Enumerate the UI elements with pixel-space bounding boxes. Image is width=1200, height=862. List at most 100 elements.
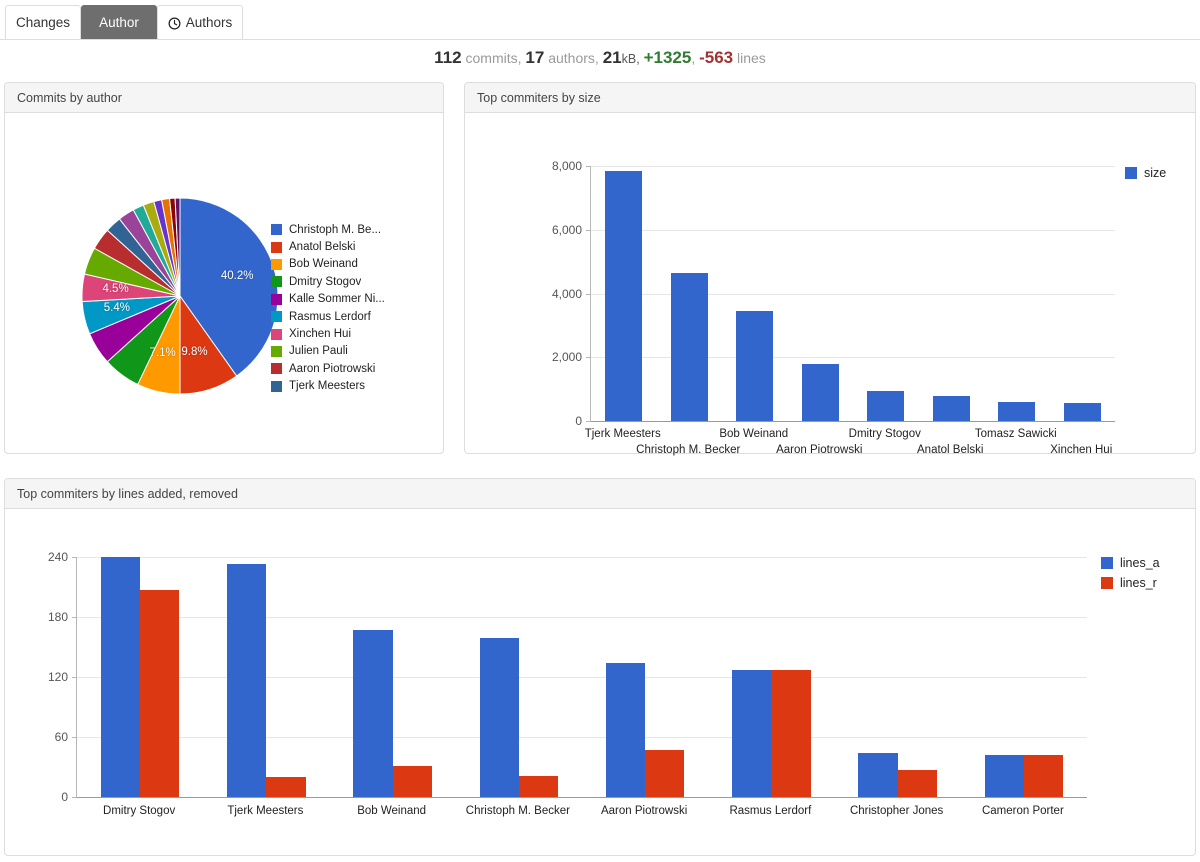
bar[interactable] — [858, 753, 898, 797]
lines-label: lines — [737, 50, 766, 66]
legend-label: Anatol Belski — [289, 241, 356, 254]
plot-area — [72, 557, 1087, 798]
legend-label: lines_a — [1120, 556, 1160, 570]
legend-item[interactable]: lines_r — [1101, 573, 1160, 593]
pie-legend-item[interactable]: Julien Pauli — [271, 343, 385, 360]
pie-legend-item[interactable]: Christoph M. Be... — [271, 221, 385, 238]
pie-legend-item[interactable]: Tjerk Meesters — [271, 378, 385, 395]
x-axis-tick-label: Tjerk Meesters — [584, 428, 661, 440]
x-axis-tick-label: Aaron Piotrowski — [600, 805, 688, 817]
bar[interactable] — [266, 777, 306, 797]
x-axis-tick-label: Bob Weinand — [357, 805, 427, 817]
legend-item[interactable]: lines_a — [1101, 553, 1160, 573]
y-tick-mark — [72, 737, 77, 738]
tab-authors[interactable]: Authors — [157, 5, 243, 39]
pie-legend-item[interactable]: Kalle Sommer Ni... — [271, 291, 385, 308]
y-axis-tick-label: 0 — [575, 414, 582, 428]
gridline — [591, 166, 1115, 167]
bar-chart-lines[interactable]: 0 60 120 180 240 Dmitry Stogov Tjerk Meesters B… — [5, 509, 1195, 855]
pie-legend: Christoph M. Be... Anatol Belski Bob Weina… — [271, 221, 385, 395]
legend-swatch — [1101, 577, 1113, 589]
x-axis-tick-label: Xinchen Hui — [1050, 444, 1113, 456]
legend-swatch — [271, 276, 282, 288]
bar-chart-size[interactable]: 0 2,000 4,000 6,000 8,000 Tjerk Meesters Chris… — [465, 113, 1195, 456]
panel-lines-body: 0 60 120 180 240 Dmitry Stogov Tjerk Meesters B… — [5, 509, 1195, 855]
y-axis-tick-label: 60 — [54, 730, 68, 744]
legend-label: lines_r — [1120, 576, 1157, 590]
legend-item[interactable]: size — [1125, 163, 1166, 183]
axis-line-x — [591, 421, 1115, 422]
y-axis-tick-label: 240 — [47, 550, 68, 564]
pie-legend-item[interactable]: Anatol Belski — [271, 238, 385, 255]
panel-size-title: Top commiters by size — [477, 90, 601, 105]
panel-pie-body: 40.2% 9.8% 7.1% 5.4% 4.5% Christoph M. Be...… — [5, 113, 443, 495]
bar[interactable] — [670, 273, 708, 421]
legend-swatch — [271, 363, 282, 375]
bar[interactable] — [771, 670, 811, 797]
y-axis-tick-label: 4,000 — [551, 286, 582, 301]
legend-label: size — [1144, 166, 1167, 180]
bar[interactable] — [736, 311, 774, 421]
pie-legend-item[interactable]: Dmitry Stogov — [271, 273, 385, 290]
y-tick-mark — [72, 617, 77, 618]
bar[interactable] — [1023, 755, 1063, 797]
y-tick-mark — [72, 677, 77, 678]
legend-swatch — [271, 293, 282, 305]
bar[interactable] — [392, 766, 432, 797]
size-value: 21 — [602, 48, 622, 67]
panel-lines-header: Top commiters by lines added, removed — [5, 479, 1195, 509]
y-tick-mark — [72, 557, 77, 558]
bar[interactable] — [984, 755, 1024, 797]
pie-legend-item[interactable]: Rasmus Lerdorf — [271, 308, 385, 325]
legend-swatch — [271, 224, 282, 236]
pie-legend-item[interactable]: Bob Weinand — [271, 256, 385, 273]
y-axis-tick-label: 6,000 — [551, 222, 582, 237]
bar[interactable] — [801, 363, 839, 421]
repo-summary: 112 commits, 17 authors, 21kB, +1325, -5… — [0, 48, 1200, 68]
bar[interactable] — [479, 638, 519, 797]
bar[interactable] — [605, 170, 643, 421]
bar[interactable] — [605, 663, 646, 797]
legend-swatch — [271, 380, 282, 392]
authors-label: authors, — [548, 50, 599, 66]
panel-pie-header: Commits by author — [5, 83, 443, 113]
pie-legend-item[interactable]: Aaron Piotrowski — [271, 360, 385, 377]
x-axis-tick-label: Bob Weinand — [719, 428, 789, 440]
x-axis-tick-label: Aaron Piotrowski — [776, 444, 863, 456]
bar[interactable] — [645, 750, 685, 797]
plot-area — [586, 166, 1115, 422]
bar[interactable] — [227, 564, 267, 797]
bar[interactable] — [518, 776, 558, 797]
panel-size-body: 0 2,000 4,000 6,000 8,000 Tjerk Meesters Chris… — [465, 113, 1195, 456]
y-axis-tick-label: 2,000 — [551, 350, 582, 365]
bar[interactable] — [1063, 403, 1101, 421]
clock-icon — [168, 17, 181, 30]
x-axis-tick-label: Dmitry Stogov — [848, 428, 921, 440]
bar[interactable] — [867, 391, 905, 421]
tab-changes-label: Changes — [15, 15, 71, 30]
x-axis-tick-label: Christoph M. Becker — [465, 805, 570, 817]
pie-slices[interactable] — [67, 191, 293, 401]
bar[interactable] — [932, 396, 970, 421]
y-tick-mark — [586, 357, 591, 359]
bar[interactable] — [998, 401, 1036, 421]
size-unit: kB, — [621, 52, 640, 66]
tab-authors-label: Authors — [185, 15, 233, 30]
x-axis-tick-label: Christoph M. Becker — [636, 444, 741, 456]
bar[interactable] — [140, 590, 180, 797]
bar[interactable] — [897, 770, 937, 797]
tab-author[interactable]: Author — [81, 5, 157, 39]
bar[interactable] — [353, 630, 393, 797]
legend-swatch — [271, 241, 282, 253]
pie-legend-item[interactable]: Xinchen Hui — [271, 325, 385, 342]
bar[interactable] — [100, 557, 141, 797]
panel-top-commiters-by-lines: Top commiters by lines added, removed 0 6… — [4, 478, 1196, 856]
panel-pie-title: Commits by author — [17, 90, 122, 105]
y-tick-mark — [72, 797, 77, 798]
tab-author-label: Author — [99, 15, 139, 30]
tab-changes[interactable]: Changes — [5, 5, 81, 39]
legend-swatch — [271, 311, 282, 323]
legend-label: Bob Weinand — [289, 258, 358, 271]
lines-added: +1325 — [643, 48, 692, 67]
bar[interactable] — [732, 670, 772, 797]
